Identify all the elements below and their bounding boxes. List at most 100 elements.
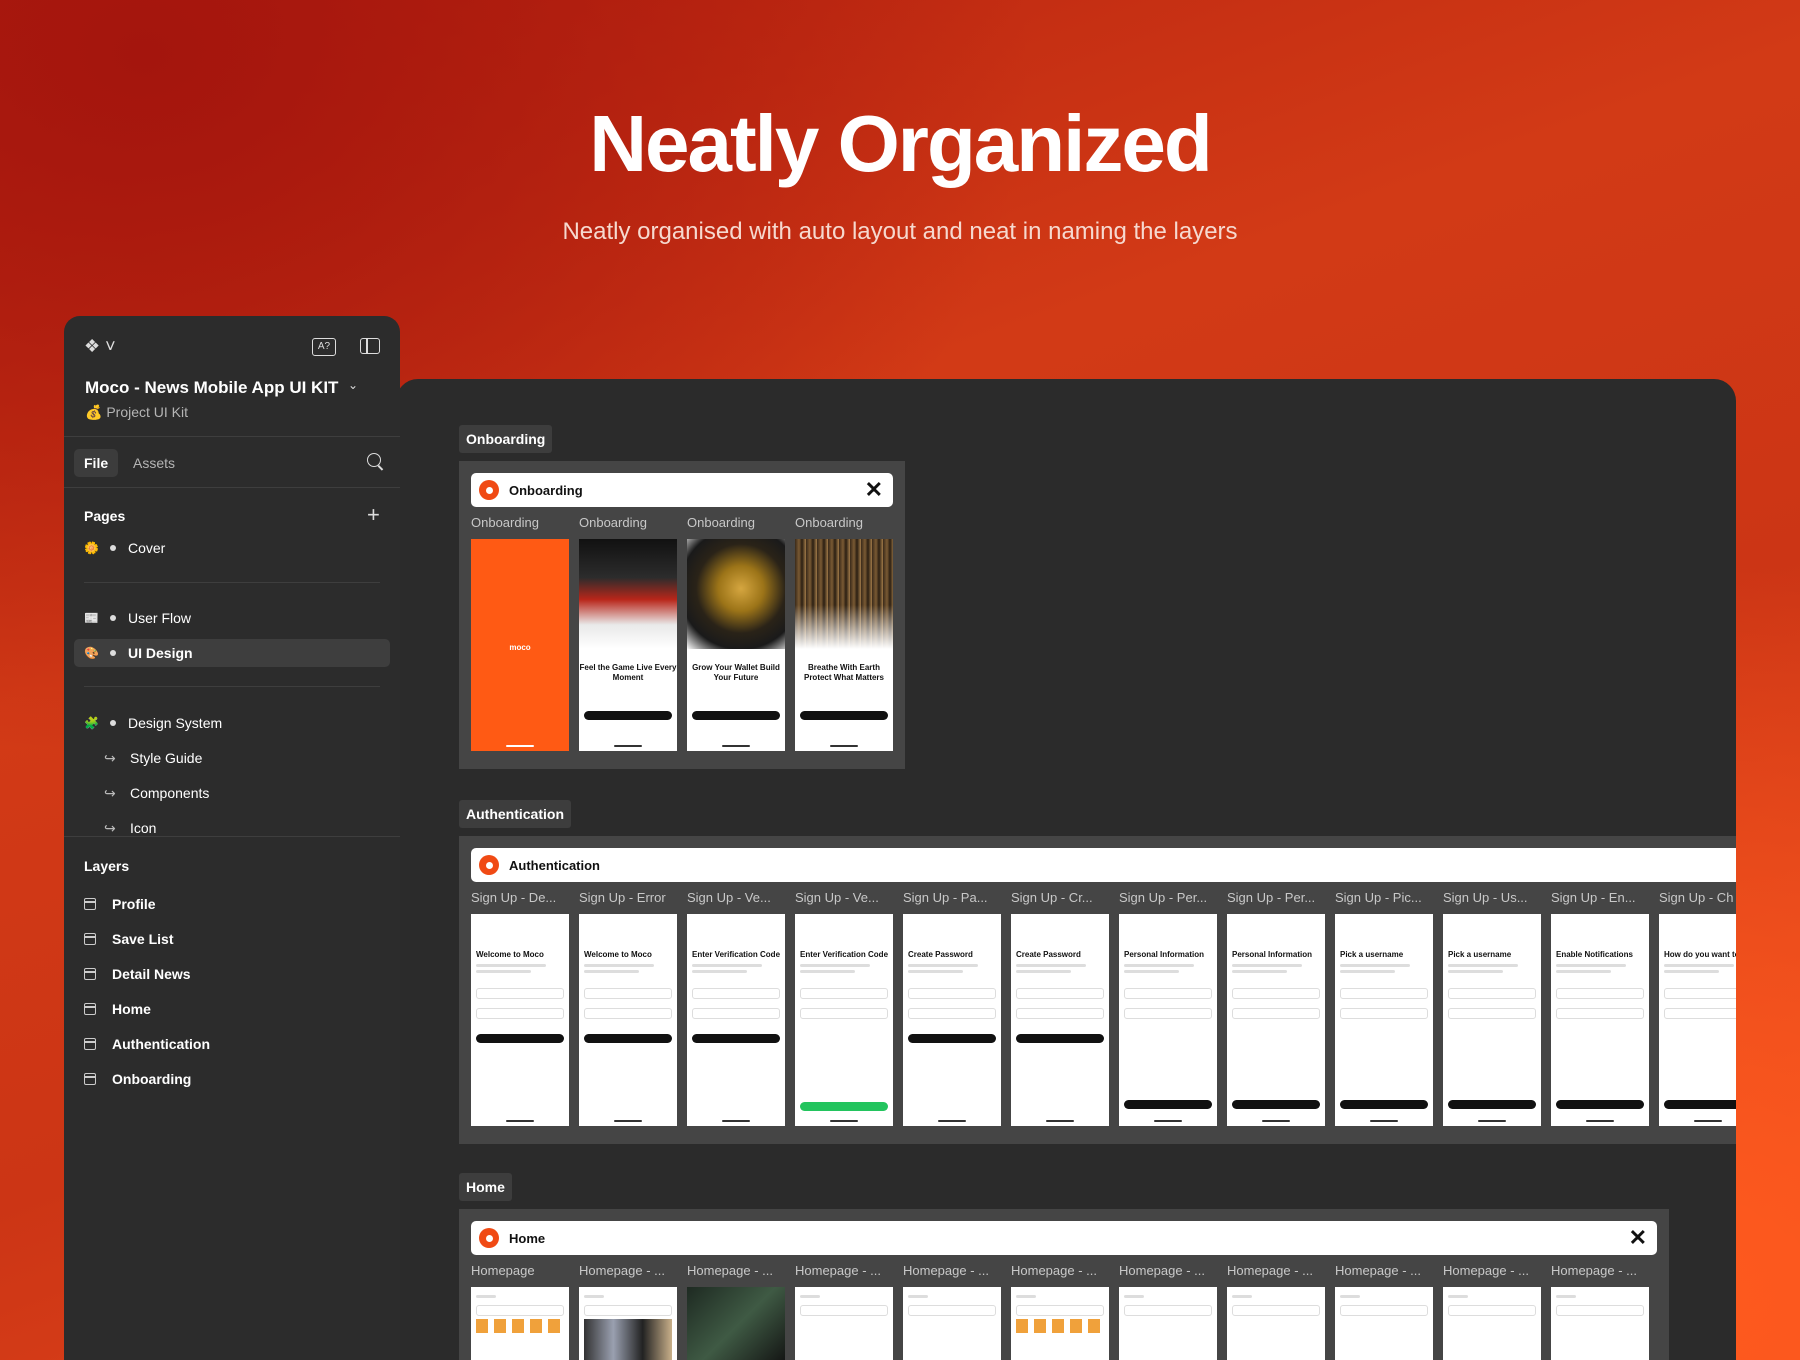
screen-label: Homepage - ... — [1551, 1263, 1637, 1278]
frame-icon — [84, 968, 96, 980]
hero-title: Neatly Organized — [589, 99, 1213, 188]
design-canvas[interactable]: Onboarding Onboarding ✕ Onboarding moco … — [396, 379, 1736, 1360]
page-item-user-flow[interactable]: 📰 User Flow — [74, 604, 390, 632]
section-label-authentication[interactable]: Authentication — [459, 800, 571, 828]
authentication-frame-header: Authentication — [471, 848, 1736, 882]
tab-file[interactable]: File — [74, 449, 119, 477]
auth-screen[interactable]: Sign Up - Pic... Pick a username — [1335, 890, 1433, 1126]
home-screen[interactable]: Homepage - ... — [795, 1263, 893, 1360]
text-tool-icon[interactable]: A? — [312, 338, 336, 356]
layer-item-onboarding[interactable]: Onboarding — [84, 1071, 191, 1087]
frame-icon — [84, 933, 96, 945]
home-screen[interactable]: Homepage - ... — [1227, 1263, 1325, 1360]
layer-label: Home — [112, 1001, 151, 1017]
section-label-onboarding[interactable]: Onboarding — [459, 425, 553, 453]
racing-photo — [579, 539, 677, 649]
onboarding-screen[interactable]: Onboarding moco — [471, 515, 569, 751]
home-frame[interactable]: Home ✕ Homepage Homepage - ... Homepage - … — [459, 1209, 1669, 1360]
frame-icon — [84, 1073, 96, 1085]
screen-heading: Personal Information — [1232, 950, 1313, 959]
onboarding-frame[interactable]: Onboarding ✕ Onboarding moco Onboarding … — [459, 461, 905, 769]
chevron-down-icon[interactable]: ⌄ — [348, 378, 358, 392]
layer-label: Profile — [112, 896, 156, 912]
page-label: UI Design — [128, 645, 193, 661]
auth-screen[interactable]: Sign Up - Pa... Create Password — [903, 890, 1001, 1126]
section-label-home[interactable]: Home — [459, 1173, 512, 1201]
moco-logo-icon — [479, 480, 499, 500]
screen-heading: Enter Verification Code — [800, 950, 889, 959]
close-icon[interactable]: ✕ — [1629, 1225, 1647, 1251]
layer-item-save-list[interactable]: Save List — [84, 931, 173, 947]
page-item-cover[interactable]: 🌼 Cover — [74, 534, 390, 562]
layer-item-profile[interactable]: Profile — [84, 896, 156, 912]
home-screen[interactable]: Homepage - ... — [687, 1263, 785, 1360]
page-item-ui-design[interactable]: 🎨 UI Design — [74, 639, 390, 667]
figma-menu-icon[interactable]: ❖ ˅ — [84, 336, 116, 357]
frame-icon — [84, 898, 96, 910]
home-screen[interactable]: Homepage — [471, 1263, 569, 1360]
screen-label: Sign Up - En... — [1551, 890, 1636, 905]
frame-title: Home — [509, 1230, 546, 1246]
auth-screen[interactable]: Sign Up - En... Enable Notifications — [1551, 890, 1649, 1126]
page-label: Cover — [128, 540, 166, 556]
screen-label: Homepage - ... — [687, 1263, 773, 1278]
auth-screen[interactable]: Sign Up - Ve... Enter Verification Code — [687, 890, 785, 1126]
screen-label: Onboarding — [687, 515, 755, 530]
home-screen[interactable]: Homepage - ... — [1119, 1263, 1217, 1360]
layer-item-authentication[interactable]: Authentication — [84, 1036, 210, 1052]
panel-toggle-icon[interactable] — [360, 338, 380, 354]
screen-heading: How do you want to the post? — [1664, 950, 1736, 959]
home-screen[interactable]: Homepage - ... — [579, 1263, 677, 1360]
tab-assets[interactable]: Assets — [133, 455, 175, 471]
onboarding-screen[interactable]: Onboarding Feel the Game Live Every Mome… — [579, 515, 677, 751]
page-label: User Flow — [128, 610, 192, 626]
auth-screen[interactable]: Sign Up - Error Welcome to Moco — [579, 890, 677, 1126]
layer-label: Onboarding — [112, 1071, 192, 1087]
screen-label: Homepage - ... — [795, 1263, 881, 1278]
auth-screen[interactable]: Sign Up - Cr... Create Password — [1011, 890, 1109, 1126]
moco-logo-icon — [479, 1228, 499, 1248]
palette-icon: 🎨 — [84, 646, 99, 660]
layer-item-home[interactable]: Home — [84, 1001, 151, 1017]
screen-label: Onboarding — [471, 515, 539, 530]
auth-screen[interactable]: Sign Up - De... Welcome to Moco — [471, 890, 569, 1126]
page-label: Icon — [130, 820, 157, 836]
onboarding-screen[interactable]: Onboarding Breathe With Earth Protect Wh… — [795, 515, 893, 751]
page-item-style-guide[interactable]: ↪ Style Guide — [74, 744, 390, 772]
auth-screen[interactable]: Sign Up - Us... Pick a username — [1443, 890, 1541, 1126]
screen-heading: Welcome to Moco — [584, 950, 652, 959]
subpage-arrow-icon: ↪ — [104, 749, 116, 766]
authentication-frame[interactable]: Authentication Sign Up - De... Welcome to… — [459, 836, 1736, 1144]
coin-photo — [687, 539, 785, 649]
hero-subtitle: Neatly organised with auto layout and ne… — [562, 218, 1238, 245]
home-screen[interactable]: Homepage - ... — [903, 1263, 1001, 1360]
auth-screen[interactable]: Sign Up - Ve... Enter Verification Code — [795, 890, 893, 1126]
page-label: Components — [130, 785, 210, 801]
auth-screen[interactable]: Sign Up - Per... Personal Information — [1119, 890, 1217, 1126]
page-item-components[interactable]: ↪ Components — [74, 779, 390, 807]
home-screen[interactable]: Homepage - ... — [1551, 1263, 1649, 1360]
onboarding-screen[interactable]: Onboarding Grow Your Wallet Build Your F… — [687, 515, 785, 751]
onboarding-caption: Feel the Game Live Every Moment — [579, 663, 677, 682]
screen-heading: Create Password — [908, 950, 973, 959]
search-icon[interactable] — [367, 453, 381, 467]
layer-item-detail-news[interactable]: Detail News — [84, 966, 191, 982]
close-icon[interactable]: ✕ — [865, 477, 883, 503]
subpage-arrow-icon: ↪ — [104, 784, 116, 801]
screen-label: Homepage - ... — [1335, 1263, 1421, 1278]
auth-screen[interactable]: Sign Up - Ch How do you want to the post? — [1659, 890, 1736, 1126]
page-item-design-system[interactable]: 🧩 Design System — [74, 709, 390, 737]
page-item-icon[interactable]: ↪ Icon — [74, 814, 390, 842]
moco-logo: moco — [509, 643, 531, 652]
add-page-icon[interactable]: + — [367, 504, 380, 526]
home-screen[interactable]: Homepage - ... — [1011, 1263, 1109, 1360]
page-label: Style Guide — [130, 750, 203, 766]
project-title[interactable]: Moco - News Mobile App UI KIT — [85, 378, 338, 398]
screen-label: Onboarding — [579, 515, 647, 530]
screen-label: Sign Up - Cr... — [1011, 890, 1093, 905]
screen-label: Onboarding — [795, 515, 863, 530]
home-screen[interactable]: Homepage - ... — [1443, 1263, 1541, 1360]
auth-screen[interactable]: Sign Up - Per... Personal Information — [1227, 890, 1325, 1126]
home-screen[interactable]: Homepage - ... — [1335, 1263, 1433, 1360]
screen-label: Homepage - ... — [1119, 1263, 1205, 1278]
